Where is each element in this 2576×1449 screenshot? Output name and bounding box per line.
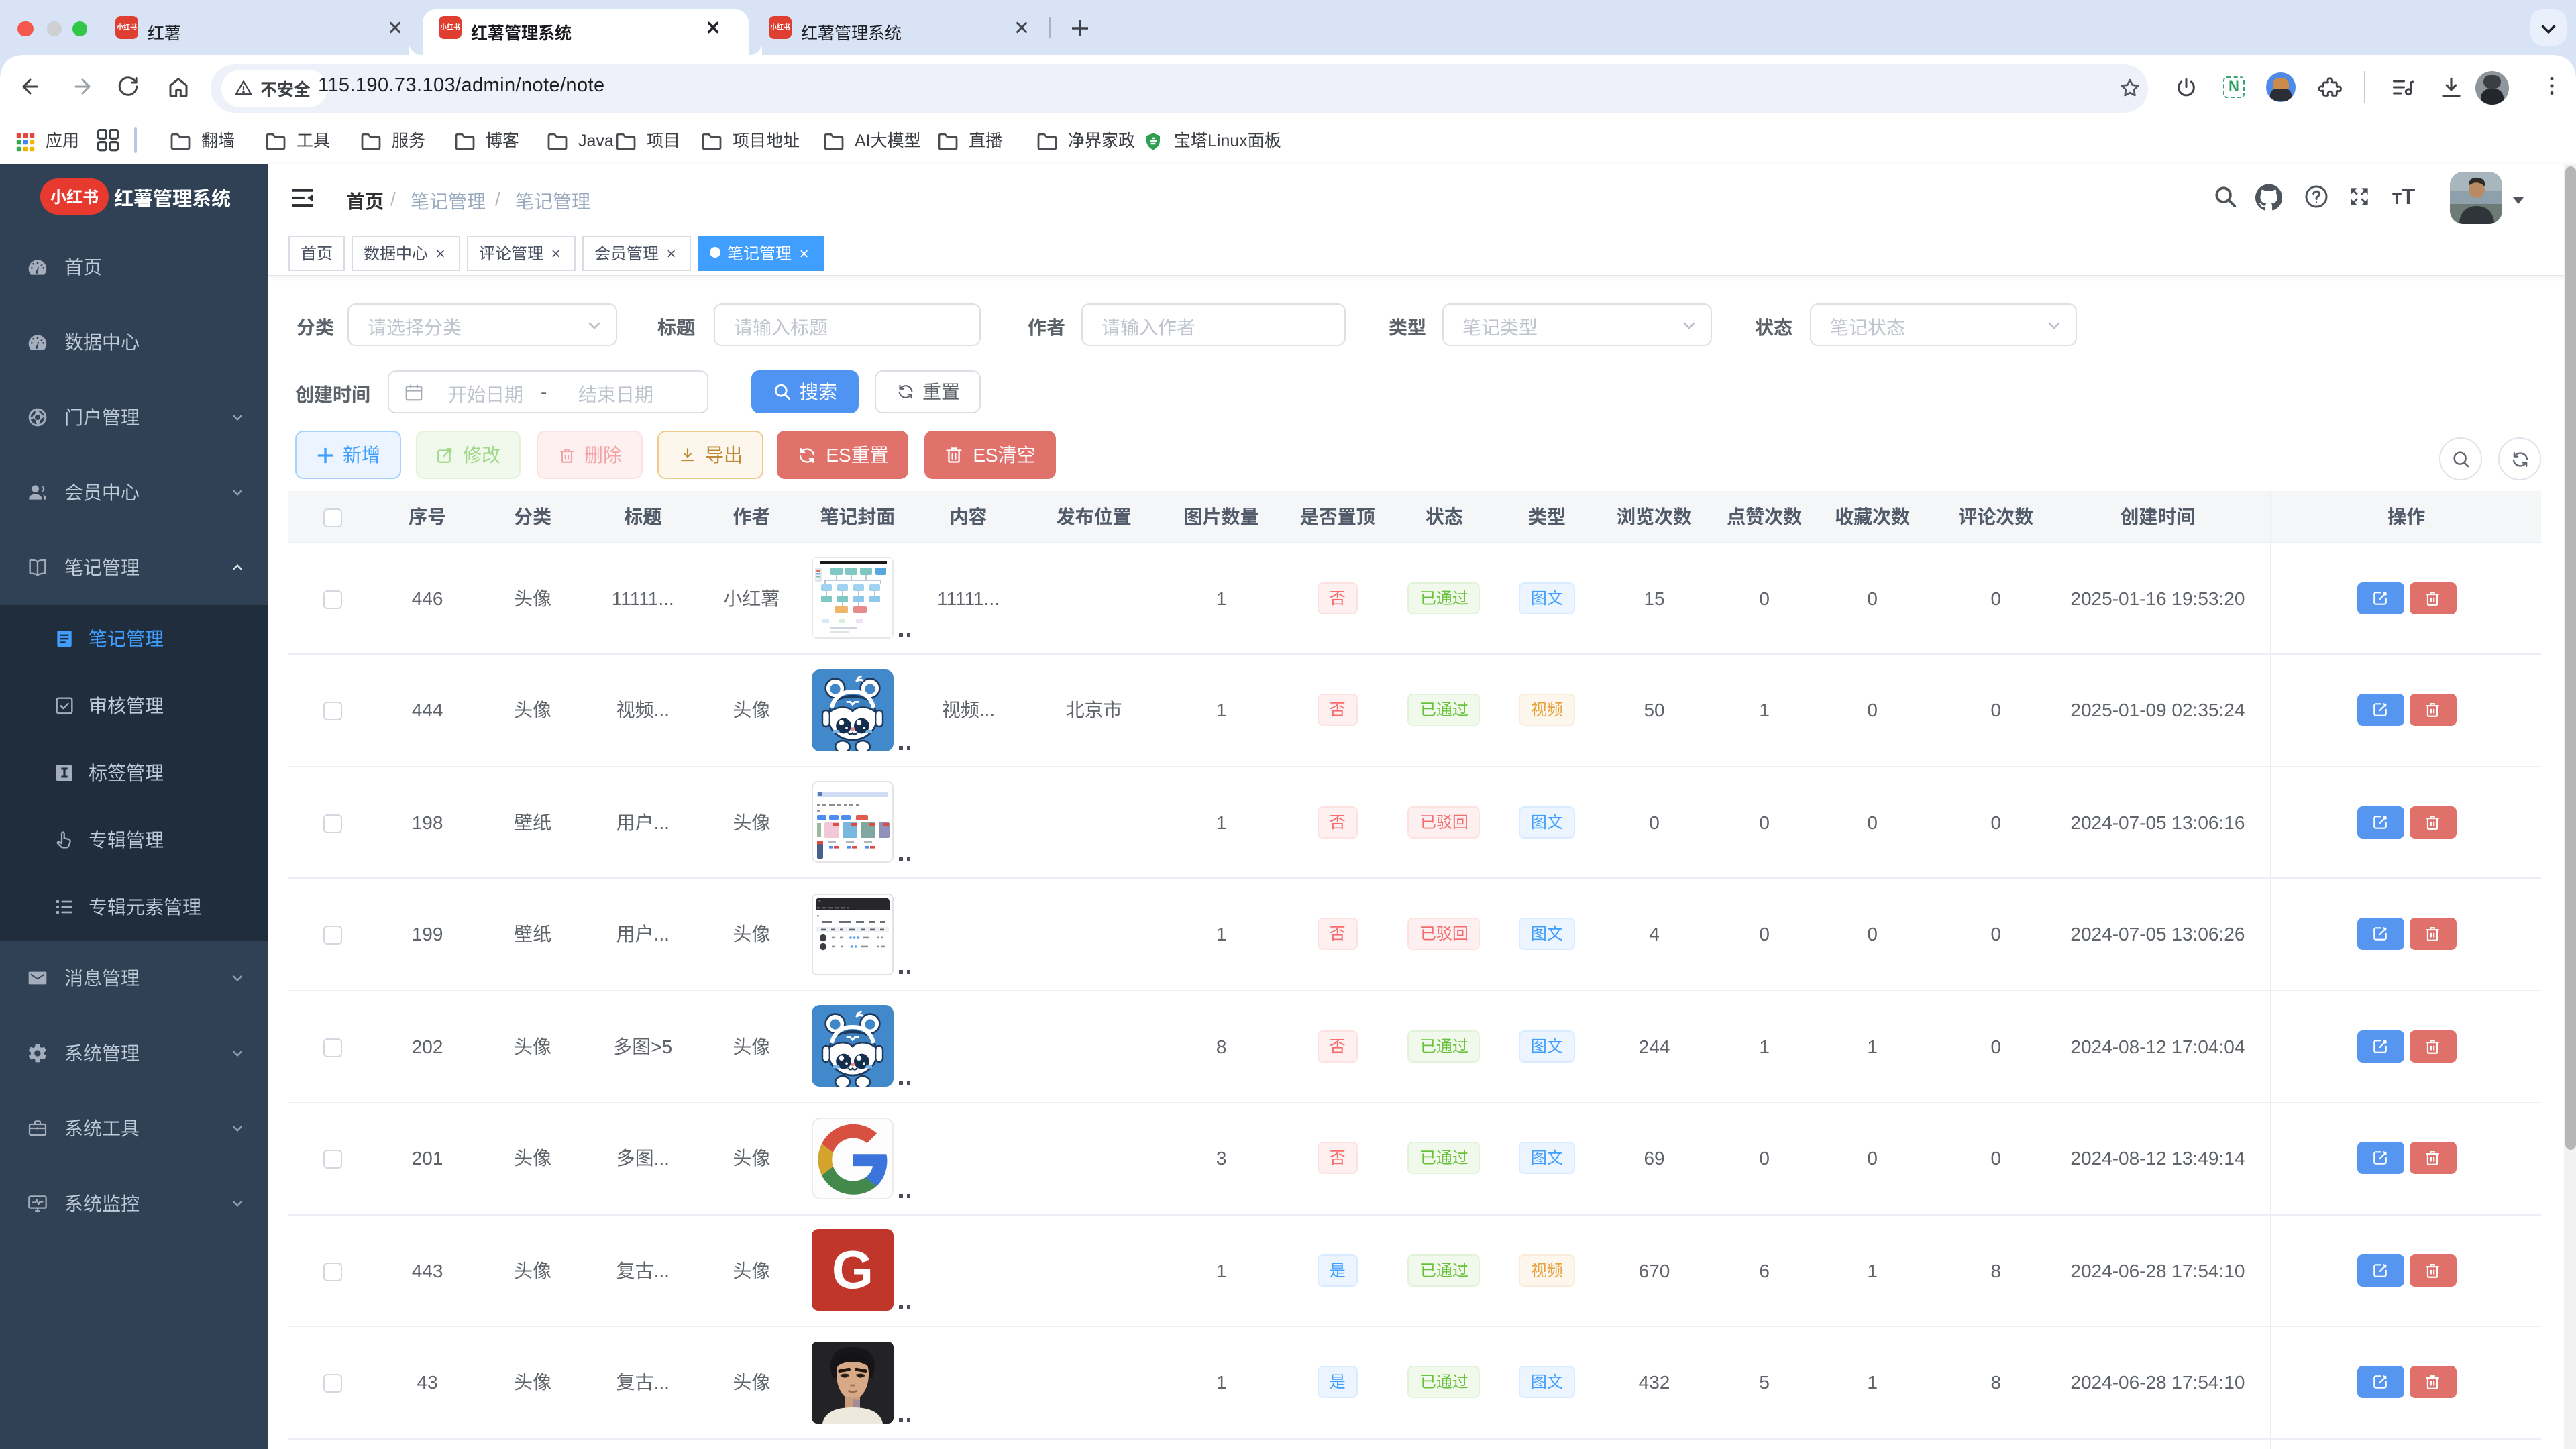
svg-text:G: G (832, 1240, 873, 1300)
